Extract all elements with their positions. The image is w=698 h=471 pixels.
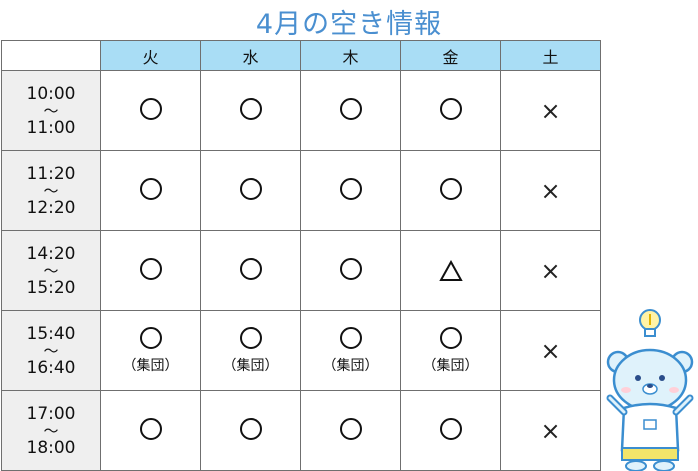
availability-cell: [200, 70, 301, 151]
time-start: 17:00: [26, 403, 76, 424]
availability-cell: （集団）: [300, 310, 401, 391]
table-row: 10:00 ～ 11:00 ×: [1, 70, 601, 151]
availability-cell: [400, 150, 501, 231]
time-end: 11:00: [26, 117, 76, 138]
time-start: 10:00: [26, 83, 76, 104]
unavailable-cross-icon: ×: [540, 416, 561, 445]
available-circle-icon: [239, 326, 262, 349]
day-header: 金: [400, 40, 501, 71]
time-end: 12:20: [26, 197, 76, 218]
group-note: （集団）: [222, 357, 279, 374]
availability-cell: [200, 150, 301, 231]
time-slot-cell: 10:00 ～ 11:00: [1, 70, 101, 151]
available-circle-icon: [339, 418, 362, 440]
available-circle-icon: [239, 178, 262, 200]
time-slot-cell: 17:00 ～ 18:00: [1, 390, 101, 471]
group-note: （集団）: [122, 357, 179, 374]
available-circle-icon: [439, 326, 462, 349]
availability-cell: ×: [500, 230, 601, 311]
availability-cell: [100, 70, 201, 151]
availability-cell: ×: [500, 390, 601, 471]
limited-triangle-icon: [401, 259, 500, 282]
schedule-table: 火 水 木 金 土 10:00 ～ 11:00 × 11:20 ～ 12:20 × 14:20 ～…: [1, 40, 601, 471]
availability-cell: [400, 390, 501, 471]
time-end: 16:40: [26, 357, 76, 378]
available-circle-icon: [439, 98, 462, 120]
available-circle-icon: [339, 326, 362, 349]
available-circle-icon: [139, 258, 162, 280]
available-circle-icon: [239, 418, 262, 440]
availability-cell: [400, 70, 501, 151]
group-note: （集団）: [322, 357, 379, 374]
availability-cell: [200, 230, 301, 311]
availability-cell: ×: [500, 310, 601, 391]
availability-cell: （集団）: [100, 310, 201, 391]
time-start: 11:20: [26, 163, 76, 184]
availability-cell: [100, 150, 201, 231]
table-row: 14:20 ～ 15:20 ×: [1, 230, 601, 311]
table-row: 17:00 ～ 18:00 ×: [1, 390, 601, 471]
group-note: （集団）: [422, 357, 479, 374]
lightbulb-icon: [639, 309, 661, 337]
page-title: 4月の空き情報: [255, 9, 443, 40]
unavailable-cross-icon: ×: [540, 336, 561, 365]
unavailable-cross-icon: ×: [540, 96, 561, 125]
time-slot-cell: 14:20 ～ 15:20: [1, 230, 101, 311]
available-circle-icon: [339, 258, 362, 280]
available-circle-icon: [439, 418, 462, 440]
time-end: 18:00: [26, 437, 76, 458]
availability-cell: [300, 150, 401, 231]
unavailable-cross-icon: ×: [540, 176, 561, 205]
day-header: 火: [100, 40, 201, 71]
table-row: 15:40 ～ 16:40 （集団） （集団） （集団） （集団） ×: [1, 310, 601, 391]
availability-cell: （集団）: [400, 310, 501, 391]
available-circle-icon: [239, 258, 262, 280]
availability-cell: [300, 390, 401, 471]
availability-cell: [100, 390, 201, 471]
corner-cell: [1, 40, 101, 71]
time-slot-cell: 15:40 ～ 16:40: [1, 310, 101, 391]
available-circle-icon: [439, 178, 462, 200]
availability-cell: [400, 230, 501, 311]
time-end: 15:20: [26, 277, 76, 298]
available-circle-icon: [139, 326, 162, 349]
header-row: 火 水 木 金 土: [1, 40, 601, 71]
bear-mascot-illustration: [606, 309, 694, 471]
day-header: 水: [200, 40, 301, 71]
available-circle-icon: [139, 178, 162, 200]
day-header: 木: [300, 40, 401, 71]
availability-cell: [100, 230, 201, 311]
available-circle-icon: [339, 178, 362, 200]
day-header: 土: [500, 40, 601, 71]
availability-cell: ×: [500, 70, 601, 151]
availability-cell: ×: [500, 150, 601, 231]
unavailable-cross-icon: ×: [540, 256, 561, 285]
availability-cell: [300, 230, 401, 311]
time-start: 14:20: [26, 243, 76, 264]
time-start: 15:40: [26, 323, 76, 344]
availability-cell: [200, 390, 301, 471]
available-circle-icon: [339, 98, 362, 120]
time-slot-cell: 11:20 ～ 12:20: [1, 150, 101, 231]
availability-cell: [300, 70, 401, 151]
availability-cell: （集団）: [200, 310, 301, 391]
available-circle-icon: [239, 98, 262, 120]
table-row: 11:20 ～ 12:20 ×: [1, 150, 601, 231]
available-circle-icon: [139, 98, 162, 120]
available-circle-icon: [139, 418, 162, 440]
